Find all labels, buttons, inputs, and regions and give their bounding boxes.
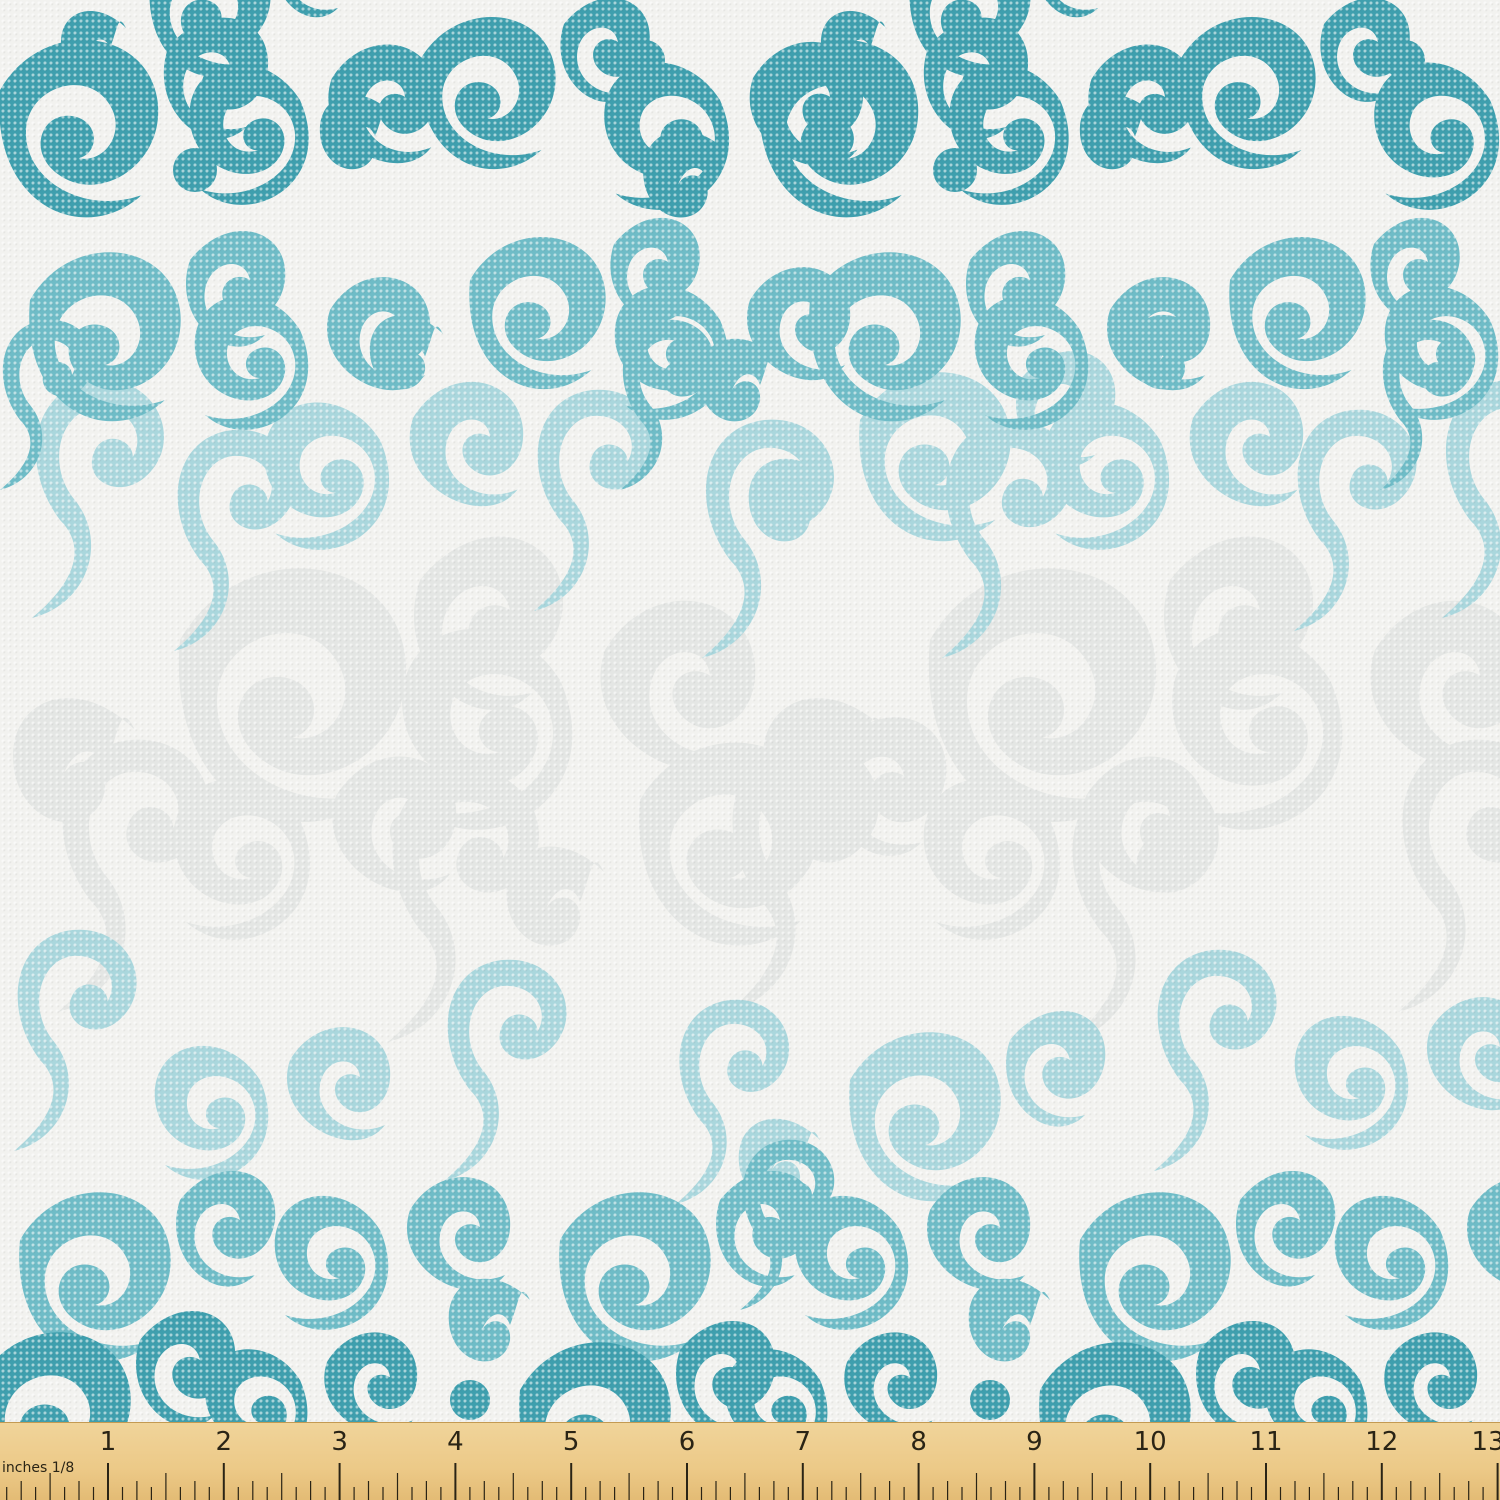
ruler-number: 9 [1026, 1427, 1043, 1457]
ruler-number: 5 [562, 1427, 580, 1457]
product-image: 1 2 3 4 5 6 7 8 9 10 11 12 13 inches 1/8 [0, 0, 1500, 1500]
ruler-number: 3 [331, 1427, 348, 1457]
fabric-swatch [0, 0, 1500, 1422]
ruler-number: 1 [99, 1427, 117, 1457]
damask-swirl-pattern [0, 0, 1500, 1422]
ruler-number: 8 [910, 1427, 927, 1457]
ruler-number: 4 [447, 1427, 464, 1457]
dark-teal-swirls-bottom [0, 1311, 1478, 1422]
ruler-number: 7 [794, 1427, 812, 1457]
ruler-number: 12 [1365, 1427, 1399, 1457]
ruler-number: 11 [1249, 1427, 1283, 1457]
ghost-gray-swirls [13, 536, 1500, 1042]
ruler-number: 6 [678, 1427, 696, 1457]
ruler-unit-label: inches 1/8 [2, 1460, 75, 1476]
ruler-number: 13 [1471, 1427, 1500, 1457]
dark-teal-swirls-top [0, 0, 1500, 218]
ruler-number: 10 [1133, 1427, 1167, 1457]
ruler-number: 2 [215, 1427, 233, 1457]
measuring-ruler: 1 2 3 4 5 6 7 8 9 10 11 12 13 inches 1/8 [0, 1422, 1500, 1500]
